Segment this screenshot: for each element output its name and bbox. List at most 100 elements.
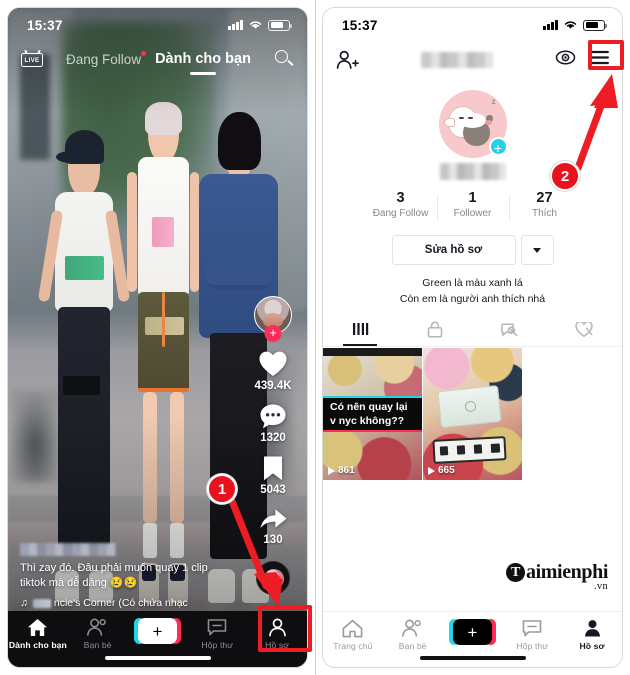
lock-private-icon [427, 321, 443, 338]
tab-repost[interactable] [473, 313, 548, 346]
tabbar-label: Bạn bè [398, 641, 427, 651]
tabbar-item-create[interactable]: + [443, 619, 503, 645]
friends-icon [402, 619, 421, 637]
create-icon[interactable]: + [133, 618, 181, 644]
stat-likes[interactable]: 27 Thích [508, 190, 581, 221]
inbox-icon [522, 620, 542, 637]
tabbar-item-hop-thu[interactable]: Hộp thư [502, 619, 562, 651]
phone-divider [315, 0, 316, 675]
left-status-bar: 15:37 [8, 8, 307, 42]
creator-avatar[interactable]: + [254, 296, 292, 342]
stat-label: Đang Follow [372, 208, 429, 219]
caption-text: Thì zay đó. Đâu phải muốn quay 1 clip ti… [20, 561, 208, 590]
profile-page: 15:37 z + 3 Đang Follow 1 Follower 27 Th… [323, 8, 622, 667]
tabbar-item-create[interactable]: + [128, 618, 188, 644]
right-status-bar: 15:37 [323, 8, 622, 42]
feed-top-nav: LIVE Đang Follow Dành cho bạn [8, 42, 307, 76]
signal-bars-icon [228, 20, 243, 30]
tabbar-label: Hộp thư [516, 641, 549, 651]
signal-bars-icon [543, 20, 558, 30]
music-row[interactable]: ♫ ncie's Corner (Có chứa nhạc [20, 597, 225, 609]
friends-icon [87, 618, 106, 636]
music-title: ncie's Corner (Có chứa nhạc [53, 597, 188, 609]
stat-value: 1 [468, 190, 477, 206]
bio-line-1: Green là màu xanh lá [422, 277, 523, 289]
video-thumbnail-1[interactable]: Có nên quay lại v nyc không?? 861 [323, 348, 422, 480]
repost-icon [501, 322, 519, 336]
home-icon [28, 619, 48, 636]
grid-posts-icon [352, 323, 369, 335]
profile-avatar[interactable]: z + [438, 90, 508, 158]
bookmark-icon [264, 456, 282, 481]
eye-icon[interactable] [555, 50, 576, 70]
profile-dropdown-button[interactable] [520, 235, 554, 265]
search-icon[interactable] [274, 49, 294, 69]
tabbar-item-danh-cho-ban[interactable]: Dành cho bạn [8, 618, 68, 650]
video-thumbnail-2[interactable]: 665 [423, 348, 522, 480]
tabbar-label: Dành cho bạn [8, 640, 67, 650]
tab-private[interactable] [398, 313, 473, 346]
tab-dang-follow-label: Đang Follow [66, 51, 142, 67]
bookmark-count: 5043 [260, 484, 286, 496]
comment-button[interactable]: 1320 [259, 403, 287, 444]
home-icon [342, 619, 363, 638]
right-phone-screen: 15:37 z + 3 Đang Follow 1 Follower 27 Th… [322, 7, 623, 668]
home-indicator [419, 656, 526, 660]
heart-icon [259, 351, 287, 376]
stat-label: Thích [531, 208, 557, 219]
wifi-icon [563, 19, 578, 32]
highlight-box-hamburger [588, 40, 624, 70]
tab-danh-cho-ban[interactable]: Dành cho bạn [155, 51, 251, 75]
comment-icon [260, 404, 286, 429]
share-button[interactable]: 130 [259, 507, 288, 546]
video-caption-block: Thì zay đó. Đâu phải muốn quay 1 clip ti… [20, 542, 225, 609]
stat-value: 27 [536, 190, 553, 206]
status-time: 15:37 [342, 17, 378, 33]
creator-username-blurred [20, 542, 116, 556]
tabbar-label: Trang chủ [333, 641, 373, 651]
edit-profile-button[interactable]: Sửa hồ sơ [391, 235, 516, 265]
add-person-icon[interactable] [336, 50, 359, 70]
tabbar-item-ho-so[interactable]: Hồ sơ [562, 619, 622, 651]
profile-handle-blurred [439, 163, 506, 180]
tab-liked[interactable] [547, 313, 622, 346]
follow-plus-button[interactable]: + [264, 325, 282, 342]
profile-stats: 3 Đang Follow 1 Follower 27 Thích [323, 190, 622, 221]
stat-followers[interactable]: 1 Follower [436, 190, 509, 221]
music-disc-icon[interactable] [256, 561, 290, 595]
live-icon[interactable]: LIVE [21, 49, 43, 69]
stat-value: 3 [396, 190, 405, 206]
watermark-initial: T [506, 563, 526, 582]
tabbar-item-ban-be[interactable]: Bạn bè [383, 619, 443, 651]
like-count: 439.4K [254, 380, 292, 392]
inbox-icon [207, 619, 227, 636]
add-avatar-button[interactable]: + [488, 137, 508, 156]
tabbar-item-hop-thu[interactable]: Hộp thư [187, 618, 247, 650]
bio-line-2: Còn em là người anh thích nhá [399, 292, 546, 305]
step-badge-2: 2 [550, 161, 580, 191]
left-phone-frame: 15:37 LIVE Đang Follow Dành cho bạn + 43… [0, 0, 315, 675]
left-phone-screen: 15:37 LIVE Đang Follow Dành cho bạn + 43… [7, 7, 308, 668]
tab-danh-cho-ban-label: Dành cho bạn [155, 51, 251, 67]
bookmark-button[interactable]: 5043 [260, 455, 286, 496]
overlay-text: Có nên quay lại v nyc không?? [330, 400, 408, 427]
video-feed[interactable]: 15:37 LIVE Đang Follow Dành cho bạn + 43… [8, 8, 307, 667]
profile-bio[interactable]: Green là màu xanh lá Còn em là người anh… [323, 276, 622, 308]
battery-icon [583, 19, 607, 31]
view-count: 665 [438, 465, 455, 476]
tab-dang-follow[interactable]: Đang Follow [66, 50, 147, 67]
right-phone-frame: 15:37 z + 3 Đang Follow 1 Follower 27 Th… [315, 0, 630, 675]
play-icon [428, 466, 435, 475]
tabbar-item-trang-chu[interactable]: Trang chủ [323, 619, 383, 651]
notification-dot-icon [141, 50, 147, 56]
tab-posts[interactable] [323, 313, 398, 346]
tabbar-label: Bạn bè [83, 640, 112, 650]
like-button[interactable]: 439.4K [254, 350, 292, 392]
battery-icon [268, 19, 292, 31]
create-icon[interactable]: + [448, 619, 496, 645]
profile-header [323, 42, 622, 78]
stat-following[interactable]: 3 Đang Follow [365, 190, 437, 219]
share-count: 130 [263, 534, 283, 546]
tabbar-item-ban-be[interactable]: Bạn bè [68, 618, 128, 650]
sleep-z-text: z [491, 96, 496, 106]
